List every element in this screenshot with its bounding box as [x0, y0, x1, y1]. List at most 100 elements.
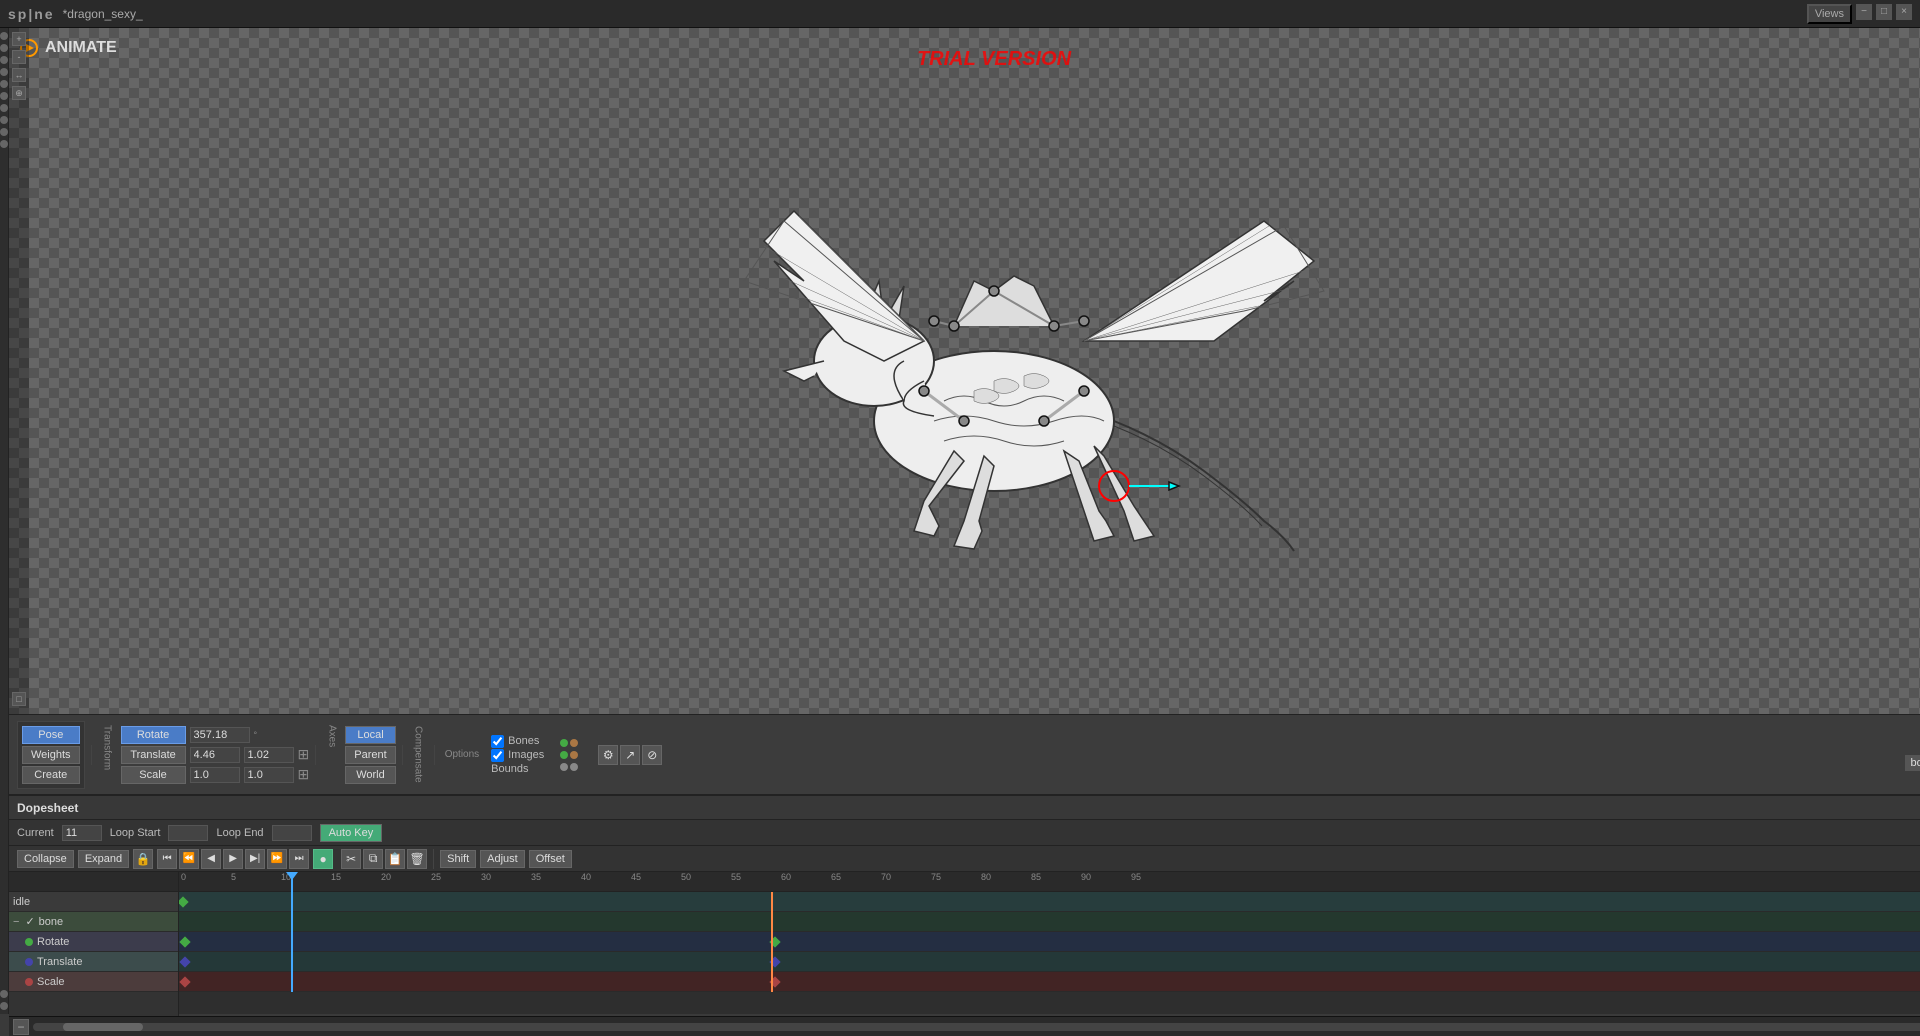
offset-button[interactable]: Offset	[529, 850, 572, 868]
scale-y-input[interactable]	[244, 767, 294, 783]
transform-section: Rotate ° Translate ⊞ Scale ⊞	[121, 726, 310, 784]
views-button[interactable]: Views	[1807, 4, 1852, 24]
track-row-rotate[interactable]: Rotate	[9, 932, 178, 952]
transport-controls: ⏮ ⏪ ◀ ▶ ▶| ⏩ ⏭	[157, 849, 309, 869]
left-tool-8[interactable]	[0, 116, 8, 124]
bones-checkbox[interactable]	[491, 735, 504, 748]
vp-tool-2[interactable]: -	[12, 50, 26, 64]
vp-tool-4[interactable]: ⊕	[12, 86, 26, 100]
dopesheet-collapse-button[interactable]: Collapse	[17, 850, 74, 868]
parent-button[interactable]: Parent	[345, 746, 395, 764]
toolbar-icon-3[interactable]: ⊘	[642, 745, 662, 765]
ds-edit-4[interactable]: 🗑	[407, 849, 427, 869]
loop-start-label: Loop Start	[110, 827, 161, 839]
timeline-scale-track[interactable]	[179, 972, 1920, 992]
track-row-idle[interactable]: idle	[9, 892, 178, 912]
left-tool-bottom-2[interactable]	[0, 1002, 8, 1010]
left-tool-4[interactable]	[0, 68, 8, 76]
next-end-button[interactable]: ⏭	[289, 849, 309, 869]
left-tool-bottom-1[interactable]	[0, 990, 8, 998]
scale-link-icon[interactable]: ⊞	[298, 766, 310, 783]
vp-tool-1[interactable]: +	[12, 32, 26, 46]
dopesheet-title: Dopesheet	[17, 801, 78, 815]
topbar: sp|ne *dragon_sexy_ Views − □ ×	[0, 0, 1920, 28]
ruler-90: 90	[1081, 872, 1091, 882]
vp-tool-3[interactable]: ↔	[12, 68, 26, 82]
toolbar-icon-2[interactable]: ↗	[620, 745, 640, 765]
toolbar-icon-1[interactable]: ⚙	[598, 745, 618, 765]
dopesheet-timeline[interactable]: 0 5 10 15 20 25 30 35 40 45 50 55 60 65	[179, 872, 1920, 1016]
local-button[interactable]: Local	[345, 726, 395, 744]
translate-y-input[interactable]	[244, 747, 294, 763]
bones-dot-orange	[570, 739, 578, 747]
rotate-value-input[interactable]	[190, 727, 250, 743]
timeline-idle-track[interactable]	[179, 892, 1920, 912]
track-row-translate[interactable]: Translate	[9, 952, 178, 972]
timeline-rotate-track[interactable]	[179, 932, 1920, 952]
images-checkbox[interactable]	[491, 749, 504, 762]
left-tool-10[interactable]	[0, 140, 8, 148]
world-button[interactable]: World	[345, 766, 395, 784]
left-tool-7[interactable]	[0, 104, 8, 112]
ds-edit-1[interactable]: ✂	[341, 849, 361, 869]
scroll-track[interactable]	[33, 1023, 1920, 1031]
prev-frame-button[interactable]: ⏪	[179, 849, 199, 869]
weights-button[interactable]: Weights	[22, 746, 80, 764]
timeline-tracks-area	[179, 892, 1920, 992]
vp-tool-bottom[interactable]: □	[12, 692, 26, 706]
close-button[interactable]: ×	[1896, 4, 1912, 20]
translate-link-icon[interactable]: ⊞	[298, 746, 310, 763]
ruler-20: 20	[381, 872, 391, 882]
left-tool-2[interactable]	[0, 44, 8, 52]
next-key-button[interactable]: ▶|	[245, 849, 265, 869]
next-frame-button[interactable]: ⏩	[267, 849, 287, 869]
tool-panel: Pose Weights Create Transform Rotate ° T…	[9, 714, 1920, 794]
lock-button[interactable]: 🔒	[133, 849, 153, 869]
compensate-label: Compensate	[413, 726, 424, 783]
left-tool-5[interactable]	[0, 80, 8, 88]
scroll-thumb[interactable]	[63, 1023, 143, 1031]
track-bone-label: bone	[39, 916, 63, 928]
loop-end-input[interactable]	[272, 825, 312, 841]
prev-key-button[interactable]: ◀	[201, 849, 221, 869]
translate-button[interactable]: Translate	[121, 746, 186, 764]
ds-edit-2[interactable]: ⧉	[363, 849, 383, 869]
dragon-illustration	[644, 161, 1344, 581]
loop-end-label: Loop End	[216, 827, 263, 839]
record-button[interactable]: ●	[313, 849, 333, 869]
loop-start-input[interactable]	[168, 825, 208, 841]
left-tool-6[interactable]	[0, 92, 8, 100]
track-row-scale[interactable]: Scale	[9, 972, 178, 992]
images-dot-orange	[570, 751, 578, 759]
track-bone-expand[interactable]: −	[13, 916, 19, 928]
track-row-bone[interactable]: − ✓ bone	[9, 912, 178, 932]
left-tool-9[interactable]	[0, 128, 8, 136]
scale-button[interactable]: Scale	[121, 766, 186, 784]
adjust-button[interactable]: Adjust	[480, 850, 525, 868]
ds-edit-3[interactable]: 📋	[385, 849, 405, 869]
prev-start-button[interactable]: ⏮	[157, 849, 177, 869]
translate-x-input[interactable]	[190, 747, 240, 763]
left-tools-panel	[0, 28, 9, 1014]
play-button[interactable]: ▶	[223, 849, 243, 869]
timeline-bone-track[interactable]	[179, 912, 1920, 932]
pose-button[interactable]: Pose	[22, 726, 80, 744]
sep-1	[91, 745, 92, 765]
timeline-translate-track[interactable]	[179, 952, 1920, 972]
left-tool-1[interactable]	[0, 32, 8, 40]
minimize-button[interactable]: −	[1856, 4, 1872, 20]
create-button[interactable]: Create	[22, 766, 80, 784]
bounds-option-label: Bounds	[491, 763, 528, 775]
current-input[interactable]	[62, 825, 102, 841]
auto-key-button[interactable]: Auto Key	[320, 824, 383, 842]
viewport[interactable]: ANIMATE TRIAL VERSION	[9, 28, 1920, 714]
shift-button[interactable]: Shift	[440, 850, 476, 868]
left-tool-3[interactable]	[0, 56, 8, 64]
track-scale-label: Scale	[37, 976, 65, 988]
scale-x-input[interactable]	[190, 767, 240, 783]
rotate-button[interactable]: Rotate	[121, 726, 186, 744]
dopesheet-expand-button[interactable]: Expand	[78, 850, 129, 868]
maximize-button[interactable]: □	[1876, 4, 1892, 20]
track-bone-check: ✓	[25, 915, 34, 928]
zoom-out-button[interactable]: −	[13, 1019, 29, 1035]
